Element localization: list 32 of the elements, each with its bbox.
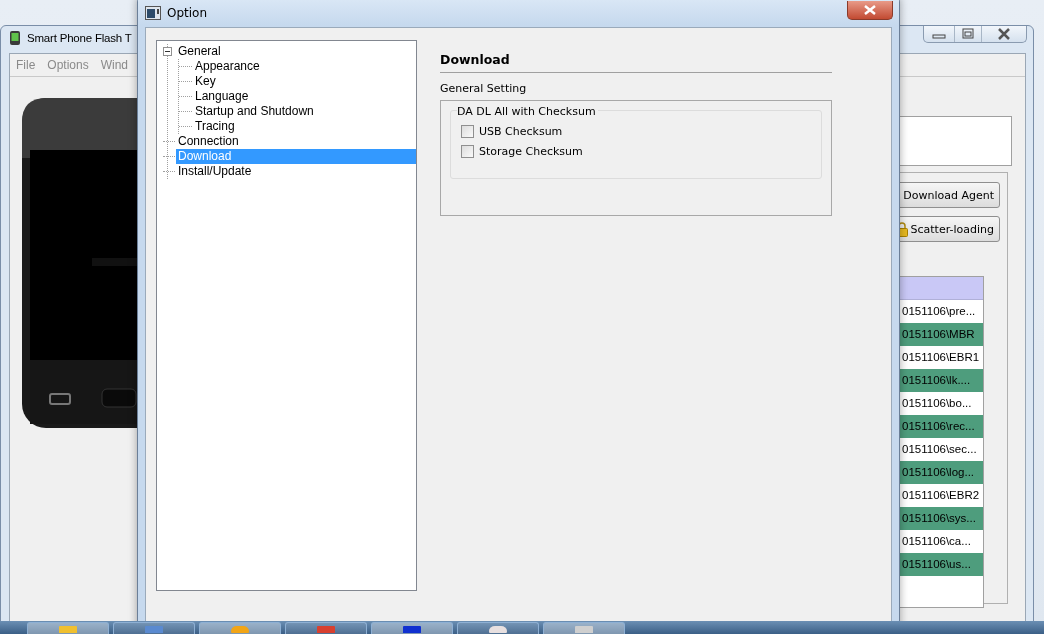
- tree-item[interactable]: Connection: [176, 134, 241, 149]
- table-cell: 0151106\lk....: [900, 369, 983, 392]
- tree-item[interactable]: Appearance: [193, 59, 262, 74]
- table-cell: 0151106\rec...: [900, 415, 983, 438]
- taskbar-button[interactable]: [457, 622, 539, 634]
- window-title: Smart Phone Flash T: [27, 32, 132, 44]
- tree-item[interactable]: Tracing: [193, 119, 237, 134]
- taskbar-button[interactable]: [371, 622, 453, 634]
- tree-item[interactable]: Language: [193, 89, 251, 104]
- window-title: Option: [167, 6, 208, 20]
- tree-item[interactable]: Install/Update: [176, 164, 254, 179]
- taskbar-button[interactable]: [543, 622, 625, 634]
- table-cell: 0151106\sys...: [900, 507, 983, 530]
- section-label: General Setting: [440, 82, 528, 95]
- tree-item[interactable]: Key: [193, 74, 218, 89]
- collapse-icon[interactable]: [163, 47, 172, 56]
- taskbar-button[interactable]: [285, 622, 367, 634]
- table-cell: 0151106\log...: [900, 461, 983, 484]
- table-cell: 0151106\MBR: [900, 323, 983, 346]
- table-cell: 0151106\us...: [900, 553, 983, 576]
- close-icon: [863, 5, 877, 15]
- page-heading: Download: [440, 52, 832, 73]
- phone-icon: [9, 30, 21, 46]
- checkbox[interactable]: USB Checksum: [461, 125, 563, 138]
- tree-item[interactable]: General: [176, 44, 223, 59]
- tree-item[interactable]: Startup and Shutdown: [193, 104, 316, 119]
- taskbar-button[interactable]: [113, 622, 195, 634]
- group-title: DA DL All with Checksum: [457, 105, 598, 118]
- window-icon: [145, 6, 161, 20]
- taskbar-button[interactable]: [27, 622, 109, 634]
- close-button[interactable]: [847, 1, 893, 20]
- checkbox[interactable]: Storage Checksum: [461, 145, 583, 158]
